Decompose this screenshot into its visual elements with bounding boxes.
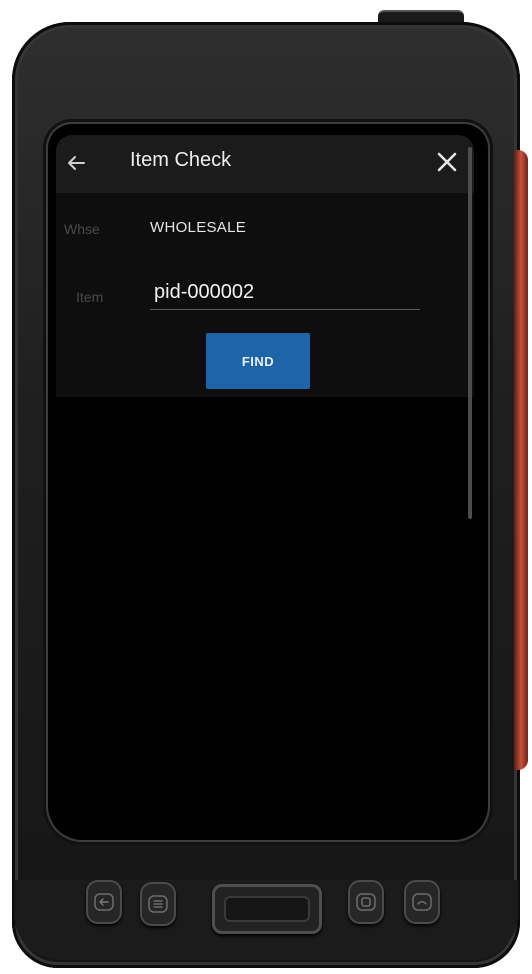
whse-value: WHOLESALE xyxy=(150,219,247,236)
item-label: Item xyxy=(76,289,104,305)
page-title: Item Check xyxy=(130,149,232,171)
close-icon[interactable] xyxy=(434,149,460,175)
back-key-icon xyxy=(94,893,114,911)
app-screen: Item Check Whse WHOLESALE Item FIND xyxy=(56,135,474,827)
screen-scrollbar xyxy=(468,147,472,519)
scan-trigger-surface xyxy=(224,896,310,922)
menu-key-icon xyxy=(148,895,168,913)
device-side-accent xyxy=(514,150,528,770)
item-check-form: Whse WHOLESALE Item FIND xyxy=(56,193,474,397)
app-header: Item Check xyxy=(56,135,474,193)
power-key[interactable] xyxy=(404,880,440,924)
whse-label: Whse xyxy=(64,221,100,237)
device-photo: Item Check Whse WHOLESALE Item FIND xyxy=(0,0,532,974)
back-key[interactable] xyxy=(86,880,122,924)
power-key-icon xyxy=(412,893,432,911)
find-button[interactable]: FIND xyxy=(206,333,310,389)
menu-key[interactable] xyxy=(140,882,176,926)
app-key[interactable] xyxy=(348,880,384,924)
arrow-left-icon[interactable] xyxy=(64,151,88,175)
item-input[interactable] xyxy=(150,275,420,310)
app-key-icon xyxy=(356,893,376,911)
scan-trigger[interactable] xyxy=(212,884,322,934)
